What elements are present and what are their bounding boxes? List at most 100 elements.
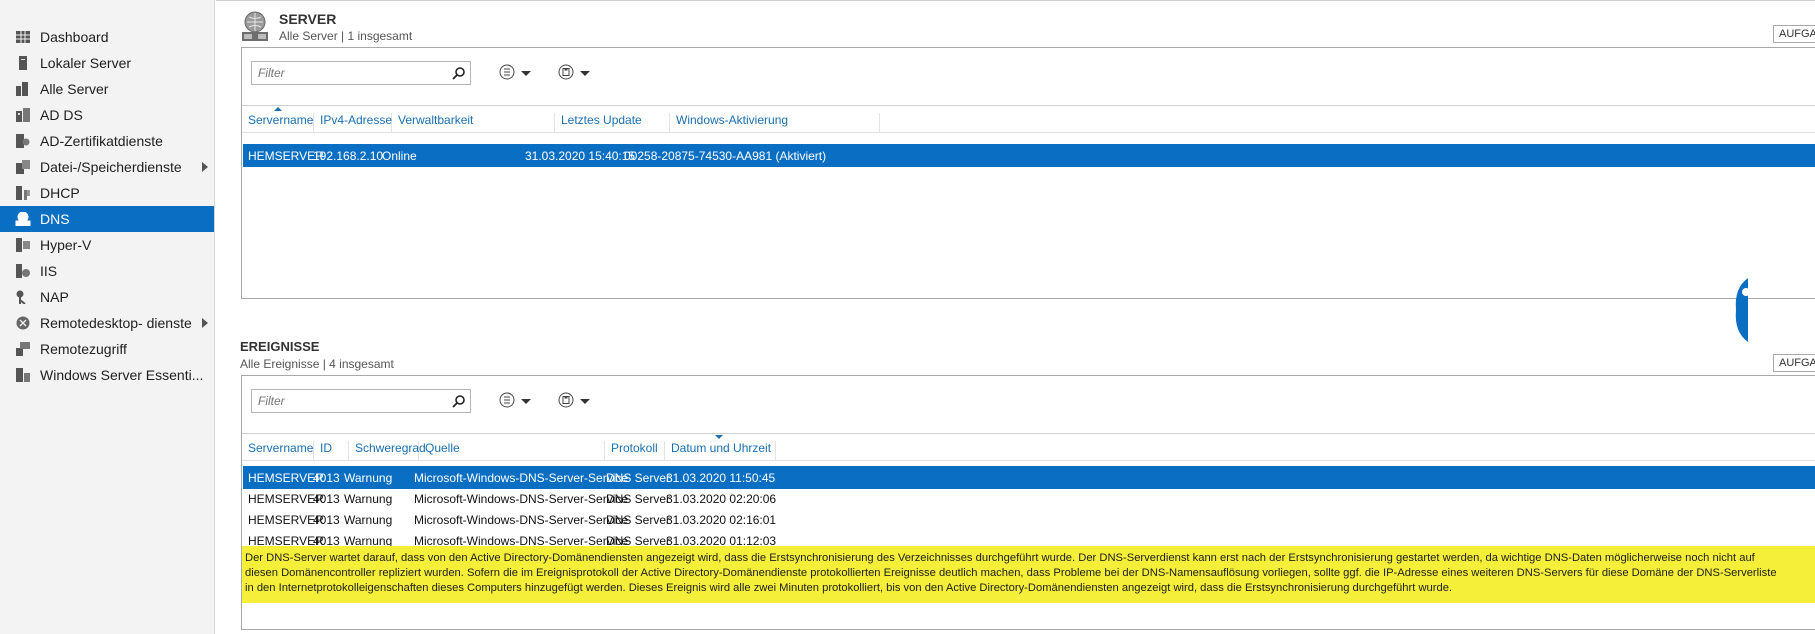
column-datetime[interactable]: Datum und Uhrzeit bbox=[665, 435, 776, 461]
column-source[interactable]: Quelle bbox=[419, 441, 605, 461]
events-filterbar bbox=[242, 376, 1815, 434]
search-icon[interactable] bbox=[452, 66, 466, 80]
cell-activation: 00258-20875-74530-AA981 (Aktiviert) bbox=[624, 149, 827, 163]
column-ipv4[interactable]: IPv4-Adresse bbox=[314, 113, 392, 133]
cell-log: DNS Server bbox=[606, 471, 671, 485]
chevron-down-icon bbox=[521, 70, 531, 76]
cell-datetime: 31.03.2020 02:16:01 bbox=[666, 513, 777, 527]
event-detail-line: Der DNS-Server wartet darauf, dass von d… bbox=[245, 552, 1755, 564]
event-detail-line: in den Internetprotokolleigenschaften di… bbox=[245, 582, 1453, 594]
chevron-down-icon bbox=[521, 398, 531, 404]
servers-filterbar bbox=[242, 48, 1815, 106]
save-query-button[interactable] bbox=[558, 64, 598, 82]
iis-icon bbox=[15, 264, 31, 278]
sidebar-item-local-server[interactable]: Lokaler Server bbox=[0, 50, 214, 76]
sidebar-item-label: Remotedesktop- dienste bbox=[40, 315, 192, 331]
event-details: Der DNS-Server wartet darauf, dass von d… bbox=[242, 546, 1815, 603]
save-query-button[interactable] bbox=[558, 392, 598, 410]
cell-source: Microsoft-Windows-DNS-Server-Service bbox=[414, 513, 629, 527]
list-view-button[interactable] bbox=[499, 392, 539, 410]
sidebar-item-dns[interactable]: DNS bbox=[0, 206, 214, 232]
dhcp-icon bbox=[15, 186, 31, 200]
cell-ip: 192.168.2.10 bbox=[313, 149, 384, 163]
column-activation[interactable]: Windows-Aktivierung bbox=[670, 113, 880, 133]
servers-filter-input[interactable] bbox=[251, 61, 471, 85]
cell-id: 4013 bbox=[313, 513, 340, 527]
chevron-right-icon[interactable] bbox=[202, 318, 208, 328]
chevron-down-icon bbox=[580, 398, 590, 404]
column-log[interactable]: Protokoll bbox=[605, 441, 665, 461]
sort-descending-icon bbox=[715, 435, 723, 439]
cell-severity: Warnung bbox=[344, 471, 393, 485]
list-options-icon bbox=[499, 392, 515, 411]
events-title: EREIGNISSE bbox=[240, 339, 320, 354]
ad-ds-icon bbox=[15, 108, 31, 122]
sort-ascending-icon bbox=[274, 107, 282, 111]
servers-subtitle: Alle Server | 1 insgesamt bbox=[279, 29, 413, 43]
sidebar-item-iis[interactable]: IIS bbox=[0, 258, 214, 284]
sidebar-item-remote-access[interactable]: Remotezugriff bbox=[0, 336, 214, 362]
sidebar-item-remote-desktop[interactable]: Remotedesktop- dienste bbox=[0, 310, 214, 336]
dashboard-icon bbox=[15, 30, 31, 44]
sidebar-item-ad-cs[interactable]: AD-Zertifikatdienste bbox=[0, 128, 214, 154]
servers-tasks-button[interactable]: AUFGABEN bbox=[1773, 25, 1815, 43]
events-column-header: Servername ID Schweregrad Quelle Protoko… bbox=[242, 435, 1815, 461]
event-detail-line: diesen Domänencontroller repliziert wurd… bbox=[245, 567, 1777, 579]
search-icon[interactable] bbox=[452, 394, 466, 408]
column-servername[interactable]: Servername bbox=[242, 441, 314, 461]
sidebar-item-all-servers[interactable]: Alle Server bbox=[0, 76, 214, 102]
column-manageability[interactable]: Verwaltbarkeit bbox=[392, 113, 555, 133]
sidebar-item-ad-ds[interactable]: AD DS bbox=[0, 102, 214, 128]
decorative-shape bbox=[1734, 278, 1750, 342]
sidebar-item-label: AD DS bbox=[40, 107, 83, 123]
sidebar-item-dhcp[interactable]: DHCP bbox=[0, 180, 214, 206]
events-tasks-button[interactable]: AUFGABEN bbox=[1773, 354, 1815, 372]
column-last-update[interactable]: Letztes Update bbox=[555, 113, 670, 133]
sidebar-item-label: Alle Server bbox=[40, 81, 109, 97]
sidebar-item-windows-server-essentials[interactable]: Windows Server Essenti... bbox=[0, 362, 214, 388]
column-id[interactable]: ID bbox=[314, 441, 349, 461]
cell-datetime: 31.03.2020 11:50:45 bbox=[666, 471, 776, 485]
local-server-icon bbox=[15, 56, 31, 70]
cell-last-update: 31.03.2020 15:40:15 bbox=[525, 149, 636, 163]
sidebar-item-dashboard[interactable]: Dashboard bbox=[0, 24, 214, 50]
save-icon bbox=[558, 392, 574, 411]
hyper-v-icon bbox=[15, 238, 31, 252]
sidebar-item-label: Hyper-V bbox=[40, 237, 92, 253]
events-filter-input[interactable] bbox=[251, 389, 471, 413]
cell-severity: Warnung bbox=[344, 513, 393, 527]
windows-server-essentials-icon bbox=[15, 368, 31, 382]
list-view-button[interactable] bbox=[499, 64, 539, 82]
sidebar-item-label: NAP bbox=[40, 289, 69, 305]
table-row[interactable]: HEMSERVER 4013 Warnung Microsoft-Windows-DN… bbox=[243, 508, 1815, 531]
sidebar-item-label: IIS bbox=[40, 263, 58, 279]
events-panel: Servername ID Schweregrad Quelle Protoko… bbox=[241, 375, 1815, 630]
column-severity[interactable]: Schweregrad bbox=[349, 441, 426, 461]
sidebar-item-label: AD-Zertifikatdienste bbox=[40, 133, 163, 149]
servers-column-header: Servername IPv4-Adresse Verwaltbarkeit L… bbox=[242, 107, 1815, 133]
table-row[interactable]: HEMSERVER 4013 Warnung Microsoft-Windows-DN… bbox=[243, 487, 1815, 510]
chevron-right-icon[interactable] bbox=[202, 162, 208, 172]
sidebar: Dashboard Lokaler Server Alle Server AD DS A… bbox=[0, 0, 215, 634]
cell-id: 4013 bbox=[313, 492, 340, 506]
sidebar-item-label: Datei-/Speicherdienste bbox=[40, 159, 182, 175]
servers-panel: Servername IPv4-Adresse Verwaltbarkeit L… bbox=[241, 47, 1815, 342]
sidebar-item-label: Lokaler Server bbox=[40, 55, 132, 71]
table-row[interactable]: HEMSERVER 4013 Warnung Microsoft-Windows-DN… bbox=[243, 466, 1815, 489]
top-divider bbox=[216, 0, 1815, 1]
cell-source: Microsoft-Windows-DNS-Server-Service bbox=[414, 471, 629, 485]
cell-log: DNS Server bbox=[606, 513, 671, 527]
chevron-down-icon bbox=[580, 70, 590, 76]
column-servername[interactable]: Servername bbox=[242, 107, 314, 133]
sidebar-item-label: Windows Server Essenti... bbox=[40, 367, 204, 383]
sidebar-item-nap[interactable]: NAP bbox=[0, 284, 214, 310]
sidebar-item-hyper-v[interactable]: Hyper-V bbox=[0, 232, 214, 258]
sidebar-item-file-storage[interactable]: Datei-/Speicherdienste bbox=[0, 154, 214, 180]
remote-desktop-icon bbox=[15, 316, 31, 330]
dns-icon bbox=[15, 212, 31, 226]
cell-datetime: 31.03.2020 02:20:06 bbox=[666, 492, 777, 506]
table-row[interactable]: HEMSERVER 192.168.2.10 Online 31.03.2020 15… bbox=[243, 144, 1815, 167]
ad-cs-icon bbox=[15, 134, 31, 148]
nap-icon bbox=[15, 290, 31, 304]
remote-access-icon bbox=[15, 342, 31, 356]
